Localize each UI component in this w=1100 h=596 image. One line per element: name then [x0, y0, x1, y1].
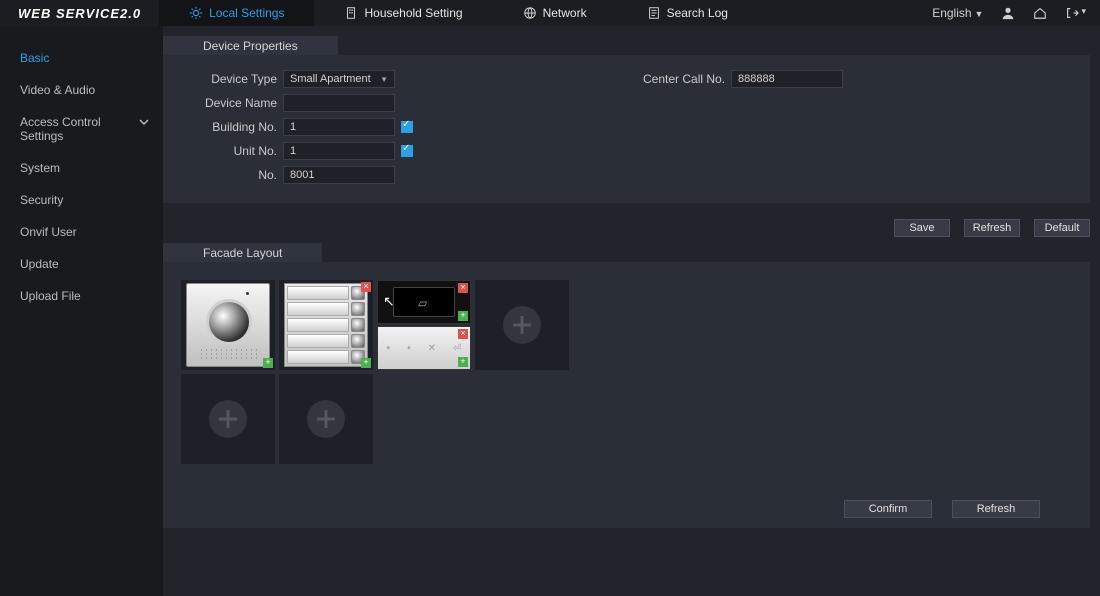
chevron-down-icon: ▼	[380, 75, 388, 84]
nav-household-setting[interactable]: Household Setting	[314, 0, 492, 26]
brand-logo: WEB SERVICE2.0	[0, 6, 159, 21]
sidebar-item-label: Access Control Settings	[20, 115, 101, 143]
log-icon	[647, 6, 661, 20]
center-call-no-input[interactable]	[731, 70, 843, 88]
slot-add-button[interactable]: +	[361, 358, 371, 368]
nav-local-label: Local Settings	[209, 6, 284, 20]
label-building-no: Building No.	[183, 120, 277, 134]
confirm-button[interactable]: Confirm	[844, 500, 932, 518]
plus-icon	[307, 400, 345, 438]
nav-network[interactable]: Network	[493, 0, 617, 26]
sidebar-item-access-control[interactable]: Access Control Settings	[0, 106, 163, 152]
nav-search-log[interactable]: Search Log	[617, 0, 758, 26]
slot-add-button[interactable]: +	[458, 311, 468, 321]
slot-delete-button[interactable]: ×	[458, 283, 468, 293]
panel-facade-layout: Facade Layout +	[163, 243, 1090, 528]
home-icon[interactable]	[1033, 6, 1047, 20]
card-icon: ▱	[418, 296, 427, 310]
nav-local-settings[interactable]: Local Settings	[159, 0, 314, 26]
sidebar-item-upload-file[interactable]: Upload File	[0, 280, 163, 312]
panel-device-properties: Device Properties Device Type Small Apar…	[163, 36, 1090, 203]
sidebar-item-update[interactable]: Update	[0, 248, 163, 280]
language-label: English	[932, 6, 971, 20]
sidebar: Basic Video & Audio Access Control Setti…	[0, 26, 163, 596]
module-status[interactable]: ••✕⏎ × +	[377, 326, 471, 370]
facade-slot[interactable]: × +	[279, 280, 373, 370]
building-no-input[interactable]	[283, 118, 395, 136]
chevron-down-icon: ▼	[975, 9, 984, 19]
refresh-button[interactable]: Refresh	[952, 500, 1040, 518]
label-center-call-no: Center Call No.	[643, 72, 725, 86]
refresh-button[interactable]: Refresh	[964, 219, 1020, 237]
no-input[interactable]	[283, 166, 395, 184]
device-type-select[interactable]: Small Apartment ▼	[283, 70, 395, 88]
slot-delete-button[interactable]: ×	[361, 282, 371, 292]
building-no-checkbox[interactable]	[401, 121, 413, 133]
device-type-value: Small Apartment	[290, 73, 371, 85]
chevron-down-icon	[139, 116, 149, 130]
gear-icon	[189, 6, 203, 20]
module-camera	[186, 283, 270, 367]
tab-facade-layout[interactable]: Facade Layout	[163, 243, 322, 262]
facade-slot[interactable]: ▱ ↖ × + ••✕⏎ × +	[377, 280, 471, 370]
unit-no-input[interactable]	[283, 142, 395, 160]
unit-no-checkbox[interactable]	[401, 145, 413, 157]
default-button[interactable]: Default	[1034, 219, 1090, 237]
cursor-icon: ↖	[383, 293, 395, 310]
user-icon[interactable]	[1001, 6, 1015, 20]
label-device-type: Device Type	[183, 72, 277, 86]
slot-delete-button[interactable]: ×	[458, 329, 468, 339]
facade-slot[interactable]: +	[181, 280, 275, 370]
module-display[interactable]: ▱ ↖ × +	[377, 280, 471, 324]
module-button-panel	[284, 283, 368, 367]
sidebar-item-system[interactable]: System	[0, 152, 163, 184]
sidebar-item-video-audio[interactable]: Video & Audio	[0, 74, 163, 106]
sidebar-item-onvif-user[interactable]: Onvif User	[0, 216, 163, 248]
label-no: No.	[183, 168, 277, 182]
plus-icon	[209, 400, 247, 438]
label-unit-no: Unit No.	[183, 144, 277, 158]
device-name-input[interactable]	[283, 94, 395, 112]
logout-icon[interactable]: ▾	[1065, 6, 1086, 20]
facade-add-slot[interactable]	[475, 280, 569, 370]
globe-icon	[523, 6, 537, 20]
facade-add-slot[interactable]	[279, 374, 373, 464]
slot-add-button[interactable]: +	[263, 358, 273, 368]
nav-household-label: Household Setting	[364, 6, 462, 20]
language-select[interactable]: English ▼	[932, 6, 983, 20]
sidebar-item-basic[interactable]: Basic	[0, 42, 163, 74]
sidebar-item-security[interactable]: Security	[0, 184, 163, 216]
plus-icon	[503, 306, 541, 344]
tab-device-properties[interactable]: Device Properties	[163, 36, 338, 55]
label-device-name: Device Name	[183, 96, 277, 110]
nav-search-label: Search Log	[667, 6, 728, 20]
facade-add-slot[interactable]	[181, 374, 275, 464]
nav-network-label: Network	[543, 6, 587, 20]
slot-add-button[interactable]: +	[458, 357, 468, 367]
chevron-down-icon: ▾	[1081, 6, 1086, 20]
save-button[interactable]: Save	[894, 219, 950, 237]
building-icon	[344, 6, 358, 20]
